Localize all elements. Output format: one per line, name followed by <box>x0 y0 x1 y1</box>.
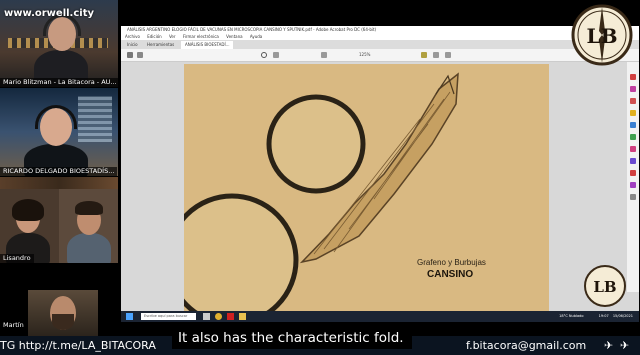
hand-tool-icon[interactable] <box>321 52 327 58</box>
tool-fill-sign-icon[interactable] <box>630 182 636 188</box>
participant-tile-ricardo[interactable]: RICARDO DELGADO BIOESTADÍS... <box>0 88 118 176</box>
taskbar: Escribe aquí para buscar 18°C Nublado 19… <box>121 311 639 322</box>
participant-tile-martin[interactable]: Martín <box>0 288 118 336</box>
plane-icon: ✈ <box>604 339 614 352</box>
weather-text: 18°C Nublado <box>559 314 584 318</box>
slide-caption-brand: CANSINO <box>427 269 474 280</box>
email-link[interactable]: f.bitacora@gmail.com <box>466 336 586 355</box>
person-right-frame <box>59 189 118 263</box>
pdf-page: Grafeno y Burbujas CANSINO <box>165 64 549 327</box>
bubble-top <box>266 94 366 194</box>
tool-redact-icon[interactable] <box>630 146 636 152</box>
tab-bar: Inicio Herramientas ANÁLISIS BIOESTADÍ..… <box>121 40 639 49</box>
tool-protect-icon[interactable] <box>630 158 636 164</box>
tool-edit-icon[interactable] <box>630 86 636 92</box>
background-window <box>78 96 112 142</box>
participant-name: Martín <box>0 321 27 330</box>
search-icon[interactable] <box>261 52 267 58</box>
save-icon[interactable] <box>127 52 133 58</box>
tool-more-icon[interactable] <box>630 194 636 200</box>
toolbar: 125% <box>121 49 639 62</box>
participant-tile-lisandro[interactable]: Lisandro <box>0 177 118 263</box>
tab-document[interactable]: ANÁLISIS BIOESTADÍ... <box>181 41 234 49</box>
menu-ayuda[interactable]: Ayuda <box>250 34 262 39</box>
right-tool-panel <box>627 62 639 292</box>
comment-icon[interactable] <box>421 52 427 58</box>
la-bitacora-logo: LB <box>571 4 633 66</box>
svg-text:LB: LB <box>593 278 616 296</box>
micrograph <box>165 72 459 327</box>
clock-time: 19:07 <box>598 314 609 318</box>
participant-name: Mario Blitzman - La Bitacora - AU... <box>0 78 118 87</box>
tab-inicio[interactable]: Inicio <box>123 41 142 49</box>
caption-subtitle: It also has the characteristic fold. <box>172 327 412 349</box>
system-tray: 18°C Nublado 19:07 15/06/2021 <box>559 311 633 322</box>
participant-name: Lisandro <box>0 254 34 263</box>
person-body <box>67 233 111 263</box>
tool-compress-icon[interactable] <box>630 170 636 176</box>
plane-icon-2: ✈ <box>620 339 630 352</box>
window-title: ANÁLISIS ARGENTINO ELOGIO FÁCIL DE VACUN… <box>121 26 639 34</box>
zoom-level[interactable]: 125% <box>359 49 370 61</box>
tool-create-icon[interactable] <box>630 98 636 104</box>
menu-ver[interactable]: Ver <box>169 34 176 39</box>
person-left-frame <box>0 189 59 263</box>
tool-export-icon[interactable] <box>630 74 636 80</box>
menu-ventana[interactable]: Ventana <box>226 34 242 39</box>
hair <box>75 201 103 215</box>
svg-text:LB: LB <box>587 24 618 48</box>
slide-caption: Grafeno y Burbujas <box>417 258 486 267</box>
tool-combine-icon[interactable] <box>630 122 636 128</box>
print-icon[interactable] <box>137 52 143 58</box>
explorer-icon[interactable] <box>239 313 246 320</box>
highlight-icon[interactable] <box>433 52 439 58</box>
windows-start-icon[interactable] <box>126 313 133 320</box>
pdf-viewer-window[interactable]: ANÁLISIS ARGENTINO ELOGIO FÁCIL DE VACUN… <box>121 26 639 327</box>
menu-edicion[interactable]: Edición <box>147 34 161 39</box>
acrobat-icon[interactable] <box>227 313 234 320</box>
hair <box>12 199 44 221</box>
watermark: www.orwell.city <box>4 8 95 19</box>
participant-tile-mario[interactable]: www.orwell.city Mario Blitzman - La Bita… <box>0 0 118 87</box>
document-view[interactable]: Grafeno y Burbujas CANSINO <box>121 62 639 327</box>
tool-organize-icon[interactable] <box>630 134 636 140</box>
page-up-icon[interactable] <box>273 52 279 58</box>
chrome-icon[interactable] <box>215 313 222 320</box>
tool-comment-icon[interactable] <box>630 110 636 116</box>
sign-icon[interactable] <box>445 52 451 58</box>
clock-date: 15/06/2021 <box>612 314 633 318</box>
participant-name: RICARDO DELGADO BIOESTADÍS... <box>0 167 118 176</box>
menu-archivo[interactable]: Archivo <box>125 34 140 39</box>
bubble-bottom <box>165 193 299 327</box>
menu-firmar[interactable]: Firmar electrónica <box>183 34 219 39</box>
beard <box>52 314 74 330</box>
la-bitacora-logo-small: LB <box>584 265 626 307</box>
taskbar-search-input[interactable]: Escribe aquí para buscar <box>141 313 196 320</box>
taskview-icon[interactable] <box>203 313 210 320</box>
tab-herramientas[interactable]: Herramientas <box>143 41 178 49</box>
telegram-link[interactable]: TG http://t.me/LA_BITACORA <box>0 336 156 355</box>
